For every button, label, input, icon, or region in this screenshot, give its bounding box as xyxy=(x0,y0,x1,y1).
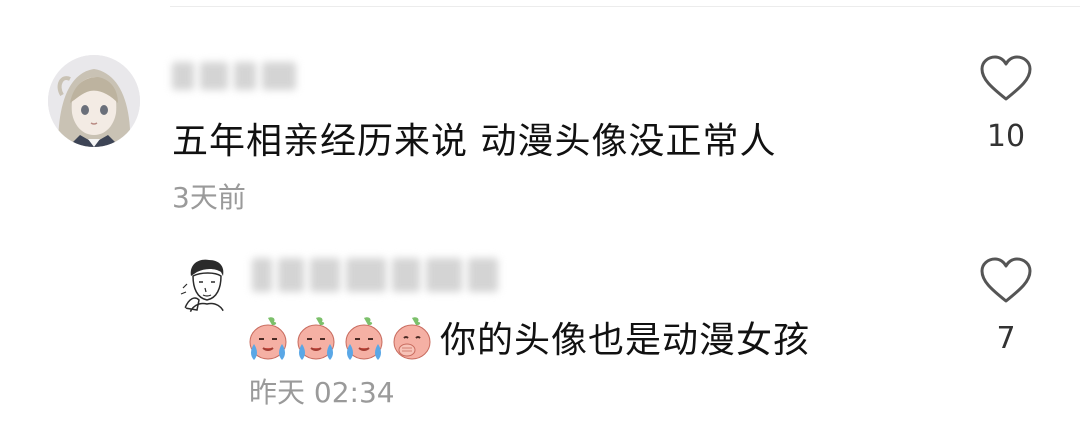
heart-outline-icon xyxy=(980,55,1032,101)
crying-peach-emoji-icon xyxy=(345,317,383,360)
reply-like-button[interactable]: 7 xyxy=(971,257,1041,356)
comment-timestamp: 3天前 xyxy=(172,181,246,214)
comment-item: 五年相亲经历来说 动漫头像没正常人 3天前 10 xyxy=(0,0,1080,230)
reply-timestamp: 昨天 02:34 xyxy=(249,376,395,409)
sketch-man-avatar-icon xyxy=(175,254,237,316)
reply-user-avatar[interactable] xyxy=(175,254,237,316)
like-count: 10 xyxy=(986,119,1026,154)
anime-girl-avatar-icon xyxy=(48,55,140,147)
heart-outline-icon xyxy=(980,257,1032,303)
like-button[interactable]: 10 xyxy=(971,55,1041,154)
crying-peach-emoji-icon xyxy=(249,317,287,360)
crying-peach-emoji-icon xyxy=(297,317,335,360)
reply-item: 你的头像也是动漫女孩 昨天 02:34 7 xyxy=(0,230,1080,447)
username-redacted[interactable] xyxy=(172,62,296,90)
reply-like-count: 7 xyxy=(996,321,1016,356)
reply-text: 你的头像也是动漫女孩 xyxy=(440,320,811,361)
covering-mouth-peach-emoji-icon xyxy=(393,317,431,360)
emoji-row xyxy=(246,314,434,364)
comment-text: 五年相亲经历来说 动漫头像没正常人 xyxy=(172,121,777,162)
user-avatar[interactable] xyxy=(48,55,140,147)
reply-username-redacted[interactable] xyxy=(252,258,498,292)
